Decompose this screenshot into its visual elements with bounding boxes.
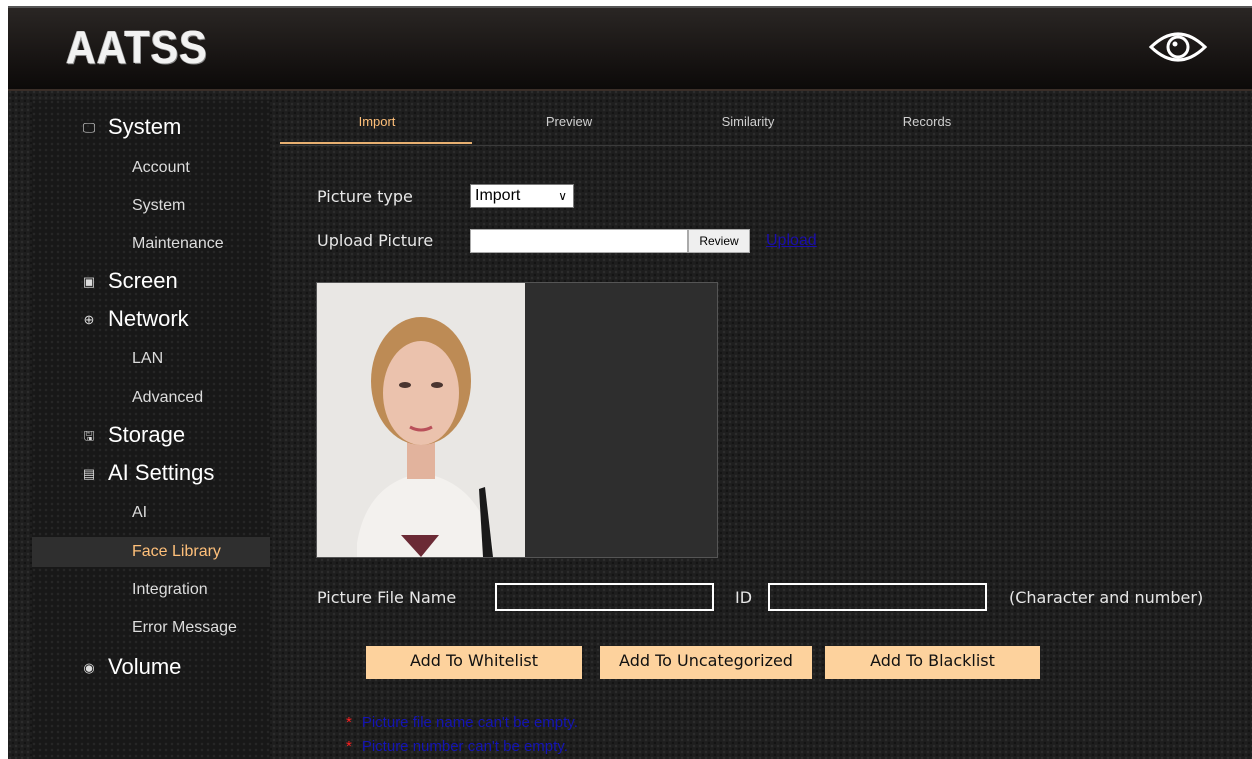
sidebar-section-label: AI Settings	[108, 460, 215, 485]
sidebar-item-integration[interactable]: Integration	[32, 575, 270, 605]
required-star: *	[346, 714, 352, 731]
tab-similarity[interactable]: Similarity	[653, 114, 843, 129]
add-to-blacklist-button[interactable]: Add To Blacklist	[825, 646, 1040, 679]
sidebar: 🖵 System Account System Maintenance ▣ Scre…	[32, 100, 270, 759]
required-star: *	[346, 738, 352, 755]
globe-icon: ⊕	[83, 312, 95, 327]
sidebar-section-ai-settings[interactable]: ▤ AI Settings	[80, 458, 215, 488]
tab-records[interactable]: Records	[832, 114, 1022, 129]
upload-link[interactable]: Upload	[766, 232, 817, 250]
tab-bar: Import Preview Similarity Records	[280, 100, 1252, 146]
sidebar-section-screen[interactable]: ▣ Screen	[80, 266, 178, 296]
photo-preview	[316, 282, 718, 558]
chip-icon: ▤	[82, 466, 96, 481]
error-file-name: * Picture file name can't be empty.	[346, 714, 578, 731]
main-panel: Import Preview Similarity Records Pictur…	[280, 100, 1252, 759]
sidebar-item-maintenance[interactable]: Maintenance	[32, 229, 270, 259]
chevron-down-icon: ∨	[558, 189, 567, 203]
sidebar-item-ai[interactable]: AI	[32, 498, 270, 528]
picture-file-name-label: Picture File Name	[317, 588, 457, 607]
tab-import[interactable]: Import	[282, 114, 472, 129]
monitor-icon: 🖵	[82, 120, 96, 135]
sidebar-item-face-library[interactable]: Face Library	[32, 537, 270, 567]
error-text: Picture file name can't be empty.	[361, 714, 578, 731]
id-format-hint: (Character and number)	[1009, 588, 1204, 607]
speaker-icon: ◉	[83, 660, 95, 675]
sidebar-section-label: System	[108, 114, 182, 139]
picture-type-select[interactable]: Import ∨	[470, 184, 574, 208]
sidebar-section-label: Screen	[108, 268, 178, 293]
add-to-uncategorized-button[interactable]: Add To Uncategorized	[600, 646, 812, 679]
picture-type-label: Picture type	[317, 187, 413, 206]
error-text: Picture number can't be empty.	[361, 738, 568, 755]
id-input[interactable]	[768, 583, 987, 611]
sidebar-section-network[interactable]: ⊕ Network	[80, 304, 189, 334]
brand-logo: AATSS	[66, 21, 208, 73]
upload-picture-label: Upload Picture	[317, 231, 434, 250]
sidebar-item-error-message[interactable]: Error Message	[32, 613, 270, 643]
error-number: * Picture number can't be empty.	[346, 738, 568, 755]
picture-type-value: Import	[475, 187, 521, 204]
add-to-whitelist-button[interactable]: Add To Whitelist	[366, 646, 582, 679]
sidebar-section-volume[interactable]: ◉ Volume	[80, 652, 181, 682]
sidebar-item-advanced[interactable]: Advanced	[32, 383, 270, 413]
eye-icon[interactable]	[1148, 24, 1208, 70]
sidebar-item-system[interactable]: System	[32, 191, 270, 221]
sidebar-section-label: Volume	[108, 654, 182, 679]
active-tab-indicator	[280, 142, 472, 144]
id-label: ID	[735, 588, 753, 607]
header-bar: AATSS	[8, 6, 1252, 91]
sidebar-section-label: Storage	[108, 422, 186, 447]
file-path-input[interactable]	[470, 229, 688, 253]
image-icon: ▣	[82, 274, 96, 289]
sidebar-item-account[interactable]: Account	[32, 153, 270, 183]
sidebar-section-label: Network	[108, 306, 189, 331]
save-icon: 🖫	[83, 428, 95, 443]
sidebar-item-lan[interactable]: LAN	[32, 344, 270, 374]
app-frame: AATSS 🖵 System Account System Maintenance…	[8, 6, 1252, 759]
tab-preview[interactable]: Preview	[474, 114, 664, 129]
face-photo	[317, 283, 525, 557]
sidebar-section-storage[interactable]: 🖫 Storage	[80, 420, 185, 450]
picture-file-name-input[interactable]	[495, 583, 714, 611]
review-button[interactable]: Review	[688, 229, 750, 253]
sidebar-section-system[interactable]: 🖵 System	[80, 112, 182, 142]
